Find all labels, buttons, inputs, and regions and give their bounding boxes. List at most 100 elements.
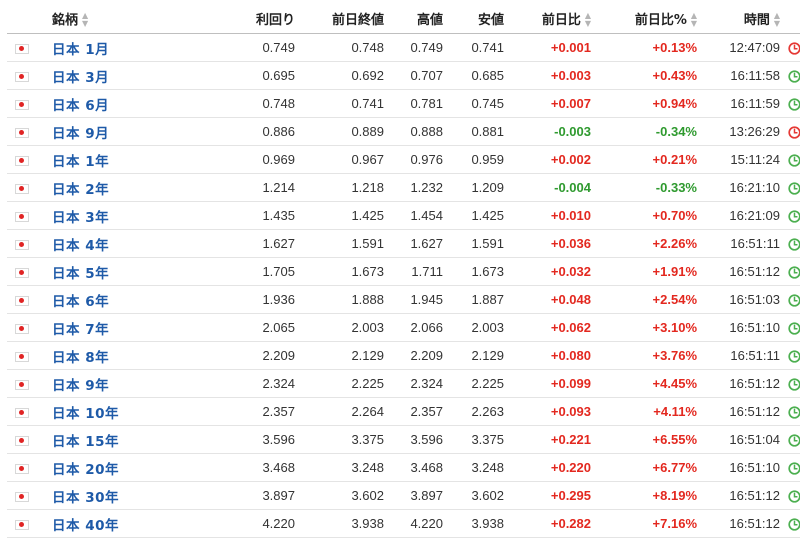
bond-name-link[interactable]: 日本 9月 <box>52 126 109 142</box>
flag-cell <box>7 509 37 538</box>
japan-flag-icon <box>15 155 29 166</box>
name-cell[interactable]: 日本 15年 <box>37 425 185 454</box>
change-pct-cell: +3.76% <box>591 341 697 370</box>
bond-name-link[interactable]: 日本 5年 <box>52 266 109 282</box>
bond-name-link[interactable]: 日本 30年 <box>52 490 119 506</box>
name-cell[interactable]: 日本 6年 <box>37 285 185 314</box>
bond-name-link[interactable]: 日本 3年 <box>52 210 109 226</box>
bond-name-link[interactable]: 日本 9年 <box>52 378 109 394</box>
japan-flag-icon <box>15 519 29 530</box>
change-cell: +0.001 <box>504 33 591 62</box>
header-change[interactable]: 前日比 ▲ ▼ <box>504 4 591 34</box>
low-cell: 2.225 <box>443 369 504 398</box>
clock-icon <box>787 42 800 55</box>
prev-close-cell: 2.225 <box>295 369 384 398</box>
clock-cell <box>780 285 800 314</box>
flag-cell <box>7 481 37 510</box>
name-cell[interactable]: 日本 10年 <box>37 397 185 426</box>
prev-close-cell: 3.938 <box>295 509 384 538</box>
time-cell: 16:51:10 <box>697 453 780 482</box>
high-cell: 2.324 <box>384 369 443 398</box>
time-cell: 16:51:12 <box>697 257 780 286</box>
prev-close-cell: 3.248 <box>295 453 384 482</box>
low-cell: 1.209 <box>443 173 504 202</box>
flag-cell <box>7 397 37 426</box>
bond-name-link[interactable]: 日本 8年 <box>52 350 109 366</box>
sort-icon[interactable]: ▲ ▼ <box>691 12 697 28</box>
japan-flag-icon <box>15 379 29 390</box>
bond-name-link[interactable]: 日本 1年 <box>52 154 109 170</box>
clock-cell <box>780 453 800 482</box>
name-cell[interactable]: 日本 6月 <box>37 89 185 118</box>
bond-name-link[interactable]: 日本 40年 <box>52 518 119 534</box>
change-cell: +0.093 <box>504 397 591 426</box>
prev-close-cell: 1.218 <box>295 173 384 202</box>
prev-close-cell: 2.264 <box>295 397 384 426</box>
name-cell[interactable]: 日本 2年 <box>37 173 185 202</box>
bond-name-link[interactable]: 日本 20年 <box>52 462 119 478</box>
sort-icon[interactable]: ▲ ▼ <box>585 12 591 28</box>
name-cell[interactable]: 日本 8年 <box>37 341 185 370</box>
bond-name-link[interactable]: 日本 6月 <box>52 98 109 114</box>
prev-close-cell: 1.425 <box>295 201 384 230</box>
low-cell: 0.881 <box>443 117 504 146</box>
clock-icon <box>787 210 800 223</box>
name-cell[interactable]: 日本 5年 <box>37 257 185 286</box>
yield-cell: 2.357 <box>185 397 295 426</box>
bond-name-link[interactable]: 日本 3月 <box>52 70 109 86</box>
name-cell[interactable]: 日本 20年 <box>37 453 185 482</box>
clock-icon <box>787 238 800 251</box>
bond-name-link[interactable]: 日本 1月 <box>52 42 109 58</box>
high-cell: 3.897 <box>384 481 443 510</box>
clock-cell <box>780 33 800 62</box>
change-cell: +0.282 <box>504 509 591 538</box>
change-pct-cell: +0.21% <box>591 145 697 174</box>
sort-icon[interactable]: ▲ ▼ <box>774 12 780 28</box>
flag-cell <box>7 285 37 314</box>
name-cell[interactable]: 日本 40年 <box>37 509 185 538</box>
change-cell: +0.036 <box>504 229 591 258</box>
bond-yield-table: 銘柄 ▲ ▼ 利回り 前日終値 高値 安値 前日比 ▲ ▼ 前日比% ▲ ▼ 時間 ▲ ▼ <box>7 4 800 538</box>
bond-name-link[interactable]: 日本 4年 <box>52 238 109 254</box>
table-row: 日本 4年 1.627 1.591 1.627 1.591 +0.036 +2.… <box>7 229 800 258</box>
clock-icon <box>787 350 800 363</box>
bond-name-link[interactable]: 日本 7年 <box>52 322 109 338</box>
bond-name-link[interactable]: 日本 6年 <box>52 294 109 310</box>
name-cell[interactable]: 日本 30年 <box>37 481 185 510</box>
sort-icon[interactable]: ▲ ▼ <box>82 12 88 28</box>
prev-close-cell: 1.888 <box>295 285 384 314</box>
name-cell[interactable]: 日本 1月 <box>37 33 185 62</box>
header-time[interactable]: 時間 ▲ ▼ <box>697 4 780 34</box>
prev-close-cell: 3.602 <box>295 481 384 510</box>
header-name[interactable]: 銘柄 ▲ ▼ <box>37 4 185 34</box>
bond-name-link[interactable]: 日本 2年 <box>52 182 109 198</box>
name-cell[interactable]: 日本 1年 <box>37 145 185 174</box>
header-yield[interactable]: 利回り <box>185 4 295 34</box>
clock-icon <box>787 294 800 307</box>
high-cell: 0.888 <box>384 117 443 146</box>
header-change-pct[interactable]: 前日比% ▲ ▼ <box>591 4 697 34</box>
table-row: 日本 3月 0.695 0.692 0.707 0.685 +0.003 +0.… <box>7 61 800 90</box>
bond-name-link[interactable]: 日本 15年 <box>52 434 119 450</box>
header-time-label: 時間 <box>743 12 770 28</box>
yield-cell: 0.886 <box>185 117 295 146</box>
name-cell[interactable]: 日本 9月 <box>37 117 185 146</box>
bond-name-link[interactable]: 日本 10年 <box>52 406 119 422</box>
header-high[interactable]: 高値 <box>384 4 443 34</box>
change-pct-cell: +0.13% <box>591 33 697 62</box>
name-cell[interactable]: 日本 7年 <box>37 313 185 342</box>
yield-cell: 0.969 <box>185 145 295 174</box>
clock-cell <box>780 117 800 146</box>
low-cell: 3.602 <box>443 481 504 510</box>
name-cell[interactable]: 日本 4年 <box>37 229 185 258</box>
table-row: 日本 9月 0.886 0.889 0.888 0.881 -0.003 -0.… <box>7 117 800 146</box>
header-change-label: 前日比 <box>541 12 581 28</box>
header-low-label: 安値 <box>477 13 504 28</box>
japan-flag-icon <box>15 323 29 334</box>
clock-icon <box>787 70 800 83</box>
name-cell[interactable]: 日本 3年 <box>37 201 185 230</box>
header-prev-close[interactable]: 前日終値 <box>295 4 384 34</box>
name-cell[interactable]: 日本 3月 <box>37 61 185 90</box>
header-low[interactable]: 安値 <box>443 4 504 34</box>
name-cell[interactable]: 日本 9年 <box>37 369 185 398</box>
